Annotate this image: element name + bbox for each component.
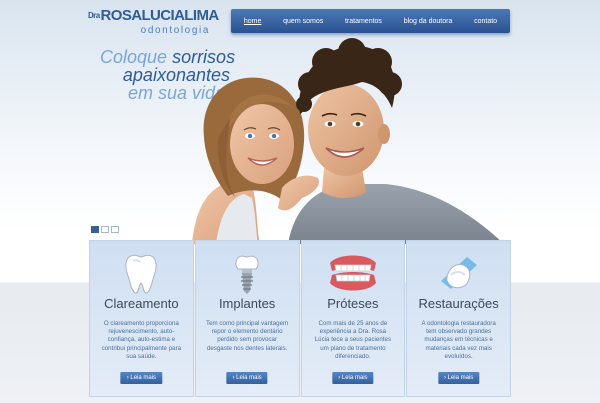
card-text: O clareamento proporciona rejuvenescimen… [101,320,182,360]
card-title: Clareamento [104,296,179,311]
slider-dots [91,226,119,233]
nav-tratamentos[interactable]: tratamentos [345,18,382,25]
card-text: Com mais de 25 anos de experiência a Dra… [314,320,392,360]
hero-photo [186,38,510,244]
read-more-button[interactable]: › Leia mais [226,372,268,384]
slider-dot-3[interactable] [111,226,119,233]
read-more-button[interactable]: › Leia mais [120,372,163,384]
card-title: Implantes [218,296,276,311]
treatment-cards: Clareamento O clareamento proporciona re… [89,240,511,397]
denture-icon [302,251,405,295]
slider-dot-1[interactable] [91,226,99,233]
restoration-icon [407,251,510,295]
card-title: Restaurações [418,296,499,311]
card-text: Tem como principal vantagem repor o elem… [206,320,289,352]
nav-blog-da-doutora[interactable]: blog da doutora [404,18,453,25]
nav-quem-somos[interactable]: quem somos [283,18,323,25]
card-text: A odontologia restauradora tem observado… [421,320,496,360]
card-title: Próteses [327,296,379,311]
logo-wordmark: ROSALUCIALIMA [100,7,220,24]
card-proteses: Próteses Com mais de 25 anos de experiên… [300,240,406,397]
read-more-button[interactable]: › Leia mais [437,372,480,384]
tooth-icon [90,251,193,295]
smiling-couple-illustration [192,38,504,244]
nav-contato[interactable]: contato [474,18,497,25]
card-restauracoes: Restaurações A odontologia restauradora … [406,240,511,397]
read-more-button[interactable]: › Leia mais [332,372,374,384]
site-logo[interactable]: DraROSALUCIALIMA odontologia [88,8,219,37]
nav-home[interactable]: home [244,18,262,25]
card-clareamento: Clareamento O clareamento proporciona re… [89,240,194,397]
logo-prefix: Dra [88,11,100,20]
implant-icon [196,251,299,295]
card-implantes: Implantes Tem como principal vantagem re… [194,240,300,397]
slider-dot-2[interactable] [101,226,109,233]
logo-subtitle: odontologia [140,25,210,36]
main-nav: home quem somos tratamentos blog da dout… [231,9,510,33]
logo-name: DraROSALUCIALIMA [88,8,219,24]
